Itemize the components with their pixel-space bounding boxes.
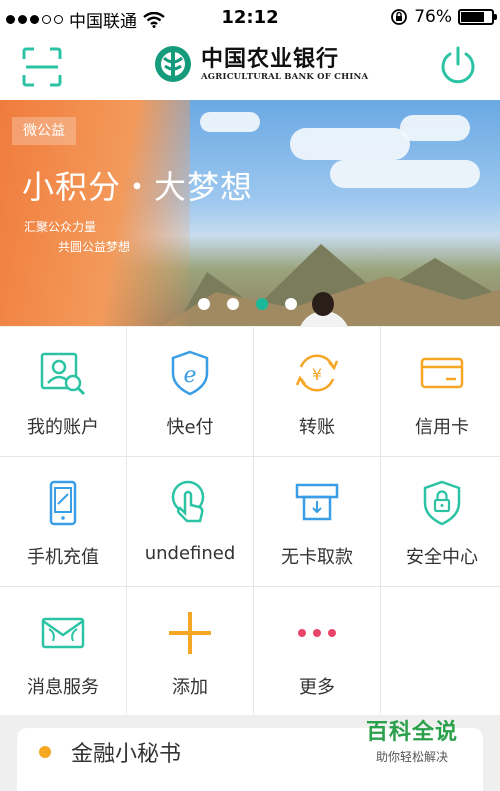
- logo-chinese-name: 中国农业银行: [201, 46, 340, 72]
- scan-icon[interactable]: [22, 47, 62, 87]
- logo-english-name: AGRICULTURAL BANK OF CHINA: [201, 72, 369, 82]
- promo-banner[interactable]: 微公益 小积分・大梦想 汇聚公众力量 共圆公益梦想: [0, 100, 500, 326]
- menu-item-message-service[interactable]: 消息服务: [0, 587, 126, 715]
- menu-label: 快e付: [166, 417, 214, 438]
- menu-item-more[interactable]: 更多: [254, 587, 380, 715]
- menu-item-touch[interactable]: undefined: [127, 457, 253, 586]
- pager-dot[interactable]: [198, 298, 210, 310]
- menu-label: 无卡取款: [281, 547, 353, 568]
- menu-label: 更多: [299, 677, 335, 698]
- menu-label: 消息服务: [27, 677, 99, 698]
- abc-logo-icon: [155, 46, 191, 82]
- menu-label: 我的账户: [27, 417, 99, 438]
- service-grid: 我的账户 e 快e付 ¥ 转账 信用卡 手机充值 undefined 无卡取款 …: [0, 327, 500, 715]
- cardless-withdraw-icon: [295, 483, 339, 521]
- system-indicators: 76%: [390, 7, 497, 27]
- svg-text:¥: ¥: [312, 365, 322, 384]
- battery-percent: 76%: [414, 7, 452, 27]
- rotation-lock-icon: [391, 9, 408, 25]
- pager-dot[interactable]: [256, 298, 268, 310]
- credit-card-icon: [420, 357, 464, 389]
- battery-icon: [458, 9, 497, 25]
- phone-topup-icon: [49, 480, 77, 526]
- banner-slogan: 小积分・大梦想: [22, 168, 254, 206]
- banner-pagination: [198, 298, 297, 310]
- menu-item-phone-topup[interactable]: 手机充值: [0, 457, 126, 586]
- banner-line-1: 汇聚公众力量: [24, 220, 97, 234]
- menu-item-e-pay[interactable]: e 快e付: [127, 327, 253, 456]
- menu-label: 转账: [299, 417, 335, 438]
- menu-label: undefined: [144, 543, 236, 564]
- banner-tag: 微公益: [12, 117, 76, 145]
- card-title: 金融小秘书: [71, 742, 182, 767]
- message-icon: [41, 617, 85, 649]
- power-icon[interactable]: [438, 45, 478, 87]
- menu-item-credit-card[interactable]: 信用卡: [381, 327, 500, 456]
- menu-item-transfer[interactable]: ¥ 转账: [254, 327, 380, 456]
- menu-item-my-account[interactable]: 我的账户: [0, 327, 126, 456]
- account-icon: [40, 352, 86, 396]
- watermark-subtitle: 助你轻松解决: [375, 750, 448, 764]
- watermark-title: 百科全说: [365, 720, 458, 745]
- security-shield-icon: [423, 480, 461, 526]
- menu-item-add[interactable]: 添加: [127, 587, 253, 715]
- plus-icon: [169, 612, 211, 654]
- bullet-icon: [39, 746, 51, 758]
- bank-logo: 中国农业银行 AGRICULTURAL BANK OF CHINA: [153, 44, 368, 84]
- transfer-icon: ¥: [295, 354, 339, 392]
- banner-line-2: 共圆公益梦想: [58, 240, 131, 254]
- app-header: 中国农业银行 AGRICULTURAL BANK OF CHINA: [0, 36, 500, 100]
- e-pay-icon: e: [171, 350, 209, 396]
- menu-item-security-center[interactable]: 安全中心: [381, 457, 500, 586]
- menu-label: 信用卡: [415, 417, 469, 438]
- pager-dot[interactable]: [227, 298, 239, 310]
- pager-dot[interactable]: [285, 298, 297, 310]
- menu-empty-cell: [381, 587, 500, 715]
- menu-label: 安全中心: [406, 547, 478, 568]
- touch-icon: [171, 480, 205, 523]
- watermark: 百科全说 助你轻松解决: [366, 714, 458, 765]
- status-bar: 中国联通 12:12 76%: [0, 0, 500, 36]
- svg-text:e: e: [183, 363, 196, 388]
- more-icon: [298, 629, 336, 637]
- menu-item-cardless-withdraw[interactable]: 无卡取款: [254, 457, 380, 586]
- menu-label: 添加: [172, 677, 208, 698]
- menu-label: 手机充值: [27, 547, 99, 568]
